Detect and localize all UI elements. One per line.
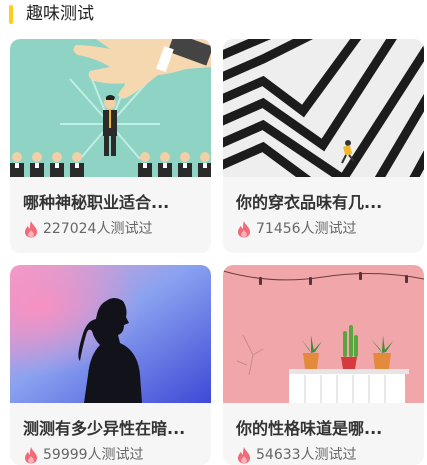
card-title: 你的性格味道是哪... [236, 419, 383, 438]
card-test-count: 54633人测试过 [256, 447, 357, 463]
card-meta: 59999人测试过 [23, 445, 144, 465]
card-test-count: 227024人测试过 [43, 221, 153, 237]
card-title: 哪种神秘职业适合... [23, 193, 170, 212]
card-thumbnail [223, 265, 424, 403]
flame-icon [25, 221, 37, 238]
zebra-crossing-walker-image [223, 39, 424, 177]
section-title: 趣味测试 [26, 4, 94, 24]
card-test-count: 59999人测试过 [43, 447, 144, 463]
hand-picking-businessman-image [10, 39, 211, 177]
flame-icon [238, 447, 250, 464]
card-thumbnail [10, 265, 211, 403]
silhouette-woman-image [10, 265, 211, 403]
card-meta: 71456人测试过 [236, 219, 357, 239]
card-meta: 227024人测试过 [23, 219, 152, 239]
card-test-count: 71456人测试过 [256, 221, 357, 237]
card-thumbnail [10, 39, 211, 177]
card-title: 你的穿衣品味有几... [236, 193, 383, 212]
flame-icon [25, 447, 37, 464]
potted-plants-pink-wall-image [223, 265, 424, 403]
card-meta: 54633人测试过 [236, 445, 357, 465]
card-title: 测测有多少异性在暗... [23, 419, 186, 438]
quiz-card-career[interactable]: 哪种神秘职业适合... 227024人测试过 [10, 39, 211, 253]
section-accent-bar [9, 5, 13, 24]
quiz-card-admirers[interactable]: 测测有多少异性在暗... 59999人测试过 [10, 265, 211, 465]
quiz-card-fashion[interactable]: 你的穿衣品味有几... 71456人测试过 [223, 39, 424, 253]
section-header: 趣味测试 [0, 0, 427, 32]
card-thumbnail [223, 39, 424, 177]
quiz-card-personality[interactable]: 你的性格味道是哪... 54633人测试过 [223, 265, 424, 465]
flame-icon [238, 221, 250, 238]
